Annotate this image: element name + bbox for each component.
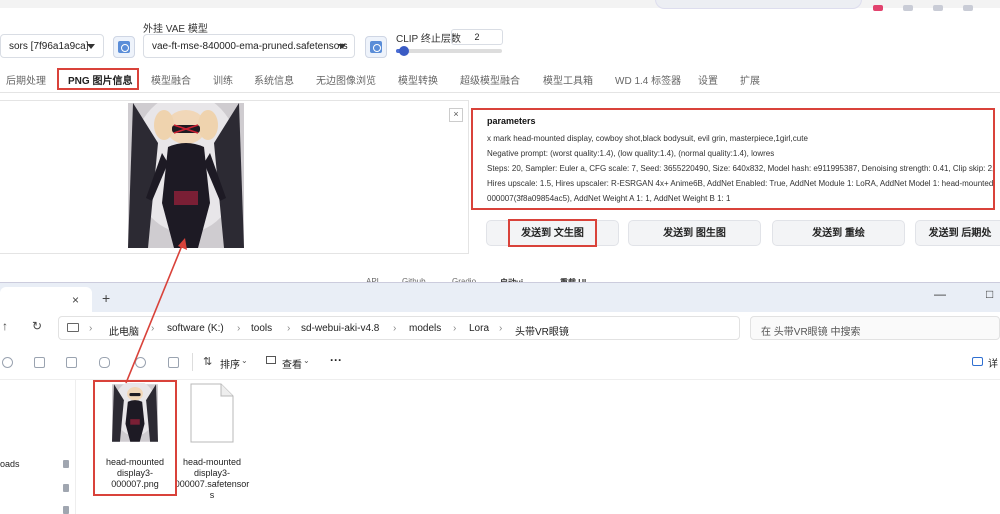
annotation-arrow xyxy=(125,238,187,384)
